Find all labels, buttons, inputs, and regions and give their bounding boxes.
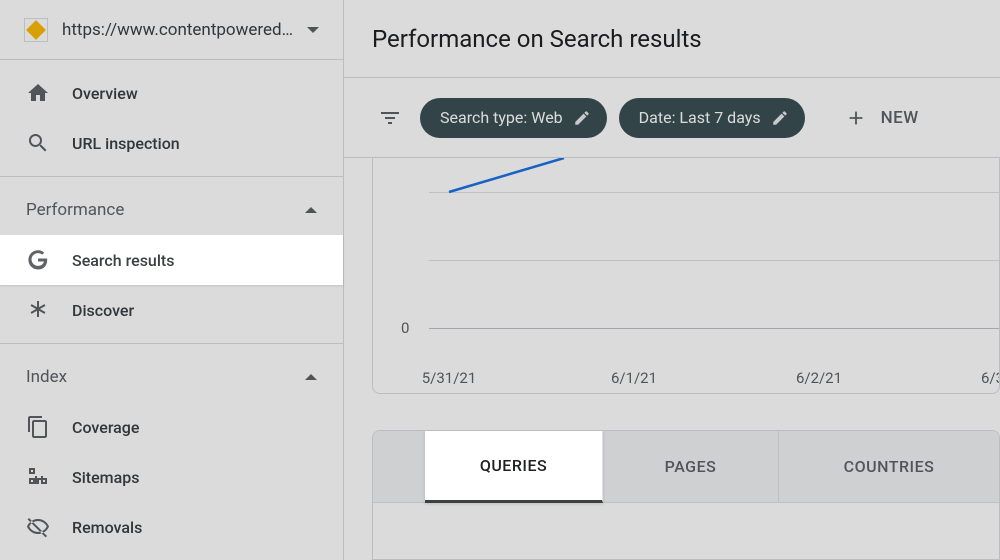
main: Performance on Search results Search typ… <box>344 0 1000 560</box>
google-icon <box>26 248 50 272</box>
nav-group-index: Index Coverage Sitemaps Removals <box>0 344 343 560</box>
nav-section-index-label: Index <box>26 367 67 387</box>
chart-x-tick: 6/2/21 <box>796 369 842 387</box>
nav-discover[interactable]: Discover <box>0 285 343 335</box>
nav-group-performance: Performance Search results Discover <box>0 177 343 344</box>
chip-search-type[interactable]: Search type: Web <box>420 98 607 138</box>
pencil-icon <box>771 109 789 127</box>
nav-discover-label: Discover <box>72 301 134 320</box>
search-icon <box>26 131 50 155</box>
tab-countries-label: COUNTRIES <box>844 457 935 476</box>
removals-icon <box>26 515 50 539</box>
tab-queries-label: QUERIES <box>480 456 547 475</box>
sidebar: https://www.contentpowered… Overview URL… <box>0 0 344 560</box>
new-filter-button[interactable]: NEW <box>829 98 935 138</box>
nav-url-inspection[interactable]: URL inspection <box>0 118 343 168</box>
nav-removals-label: Removals <box>72 518 142 537</box>
page-title: Performance on Search results <box>372 25 702 53</box>
nav-section-performance-label: Performance <box>26 200 124 220</box>
nav-sitemaps[interactable]: Sitemaps <box>0 452 343 502</box>
site-selector[interactable]: https://www.contentpowered… <box>0 0 343 60</box>
home-icon <box>26 81 50 105</box>
filter-bar: Search type: Web Date: Last 7 days NEW <box>344 78 1000 158</box>
tab-queries[interactable]: QUERIES <box>425 431 603 503</box>
tabs-spacer <box>373 431 425 503</box>
nav-section-performance[interactable]: Performance <box>0 185 343 235</box>
chip-date[interactable]: Date: Last 7 days <box>619 98 805 138</box>
chart-y-tick-0: 0 <box>401 319 409 337</box>
nav-group-top: Overview URL inspection <box>0 60 343 177</box>
nav-coverage[interactable]: Coverage <box>0 402 343 452</box>
main-header: Performance on Search results <box>344 0 1000 78</box>
sitemaps-icon <box>26 465 50 489</box>
tab-pages-label: PAGES <box>665 457 717 476</box>
pencil-icon <box>573 109 591 127</box>
chip-date-label: Date: Last 7 days <box>639 108 761 127</box>
site-favicon <box>24 18 48 42</box>
nav-removals[interactable]: Removals <box>0 502 343 552</box>
chart-line <box>429 158 999 334</box>
nav-overview-label: Overview <box>72 84 138 103</box>
chevron-down-icon <box>307 27 319 33</box>
chart-x-tick: 5/31/21 <box>422 369 477 387</box>
chevron-up-icon <box>305 207 317 213</box>
nav-search-results-label: Search results <box>72 251 174 270</box>
chart-x-tick: 6/1/21 <box>611 369 657 387</box>
nav-url-inspection-label: URL inspection <box>72 134 180 153</box>
coverage-icon <box>26 415 50 439</box>
asterisk-icon <box>26 298 50 322</box>
nav-overview[interactable]: Overview <box>0 68 343 118</box>
chart-x-tick: 6/3/21 <box>981 369 1000 387</box>
site-url: https://www.contentpowered… <box>62 20 293 40</box>
tabs-row: QUERIES PAGES COUNTRIES <box>373 431 999 503</box>
new-filter-label: NEW <box>881 108 919 128</box>
nav-coverage-label: Coverage <box>72 418 139 437</box>
tab-content <box>373 503 999 560</box>
filter-icon[interactable] <box>372 100 408 136</box>
tabs-card: QUERIES PAGES COUNTRIES <box>372 430 1000 560</box>
nav-section-index[interactable]: Index <box>0 352 343 402</box>
tab-pages[interactable]: PAGES <box>603 431 779 503</box>
chart-area: 0 <box>429 158 999 333</box>
tab-countries[interactable]: COUNTRIES <box>779 431 999 503</box>
chevron-up-icon <box>305 374 317 380</box>
chip-search-type-label: Search type: Web <box>440 108 563 127</box>
nav-search-results[interactable]: Search results <box>0 235 343 285</box>
nav-sitemaps-label: Sitemaps <box>72 468 139 487</box>
plus-icon <box>845 107 867 129</box>
chart-card: 0 5/31/21 6/1/21 6/2/21 6/3/21 <box>372 158 1000 394</box>
